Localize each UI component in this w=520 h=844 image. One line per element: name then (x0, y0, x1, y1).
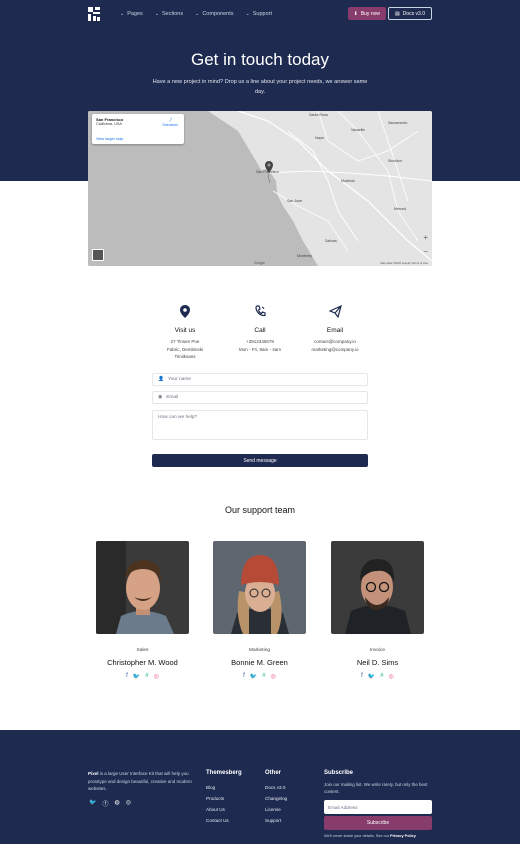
nav-components[interactable]: ⌄ Components (195, 11, 233, 17)
twitter-icon[interactable]: 🐦 (368, 673, 375, 680)
subscribe-text: Join our mailing list. We write rarely, … (324, 782, 428, 794)
map-label: Merced (394, 207, 406, 211)
contact-visit: Visit us 27 Tinsen Poe Fabric, Dembinski T… (150, 305, 220, 361)
view-larger-map-link[interactable]: View larger map (96, 137, 123, 141)
zoom-in-button[interactable]: + (423, 233, 428, 242)
logo-icon[interactable] (88, 7, 100, 21)
chevron-down-icon: ⌄ (195, 11, 200, 17)
contact-call: Call +3912345678 Mon - Fri, 8am - 4am (225, 305, 295, 353)
phone-icon (255, 305, 266, 317)
google-logo: Google (254, 261, 265, 265)
subscribe-title: Subscribe (324, 770, 354, 776)
map[interactable]: San Francisco California, USA ⤴ Direction… (88, 111, 432, 266)
slack-icon[interactable]: # (262, 673, 265, 680)
dribbble-icon[interactable]: ◎ (271, 673, 276, 680)
directions-link[interactable]: ⤴ Directions (162, 118, 178, 127)
map-label: Napa (315, 136, 324, 140)
footer-link[interactable]: About Us (206, 804, 242, 815)
navbar: ⌄ Pages ⌄ Sections ⌄ Components ⌄ Support ⬇ B… (88, 6, 432, 22)
map-label: Salinas (325, 239, 337, 243)
footer-link[interactable]: Docs v3.0 (265, 782, 287, 793)
footer-link[interactable]: Products (206, 793, 242, 804)
page-title: Get in touch today (191, 50, 329, 69)
footer-column-other: Other Docs v3.0 Changelog License Suppor… (265, 770, 287, 826)
footer-link[interactable]: Changelog (265, 793, 287, 804)
map-label: Vacaville (351, 128, 366, 132)
twitter-icon[interactable]: 🐦 (250, 673, 257, 680)
privacy-policy-link[interactable]: Privacy Policy (390, 834, 416, 838)
map-label: Stockton (388, 159, 402, 163)
subscribe-note: We'll never share your details. See our … (324, 834, 416, 838)
avatar (96, 541, 189, 634)
footer: Pixel is a large User Interface Kit that… (0, 730, 520, 844)
github-icon[interactable]: ◍ (115, 799, 120, 808)
email-field[interactable]: ◉ Email (152, 391, 368, 404)
at-icon: ◉ (158, 395, 163, 400)
page-subtitle: Have a new project in mind? Drop us a li… (152, 79, 368, 95)
chevron-down-icon: ⌄ (120, 11, 125, 17)
send-message-button[interactable]: Send message (152, 454, 368, 467)
docs-button[interactable]: ▤ Docs v3.0 (388, 7, 432, 20)
avatar (331, 541, 424, 634)
facebook-icon[interactable]: ⓕ (102, 799, 108, 808)
map-attribution: Map data ©2020 Google Terms of Use (380, 261, 428, 265)
nav-sections[interactable]: ⌄ Sections (155, 11, 183, 17)
slack-icon[interactable]: # (145, 673, 148, 680)
footer-link[interactable]: License (265, 804, 287, 815)
nav-support[interactable]: ⌄ Support (246, 11, 272, 17)
team-member: Invoice Neil D. Sims f 🐦 # ◎ (331, 541, 424, 680)
footer-link[interactable]: Contact Us (206, 815, 242, 826)
zoom-out-button[interactable]: − (423, 247, 428, 256)
download-icon: ⬇ (353, 10, 358, 17)
footer-link[interactable]: Support (265, 815, 287, 826)
footer-about: Pixel is a large User Interface Kit that… (88, 771, 192, 791)
team-member: Marketing Bonnie M. Green f 🐦 # ◎ (213, 541, 306, 680)
map-info-card: San Francisco California, USA ⤴ Direction… (92, 114, 184, 144)
team-member: Sales Christopher M. Wood f 🐦 # ◎ (96, 541, 189, 680)
footer-link[interactable]: Blog (206, 782, 242, 793)
twitter-icon[interactable]: 🐦 (133, 673, 140, 680)
map-label: Santa Rosa (309, 113, 328, 117)
dribbble-icon[interactable]: ◎ (126, 799, 131, 808)
dribbble-icon[interactable]: ◎ (154, 673, 159, 680)
book-icon: ▤ (395, 10, 400, 17)
slack-icon[interactable]: # (380, 673, 383, 680)
map-satellite-toggle[interactable] (92, 249, 104, 261)
avatar (213, 541, 306, 634)
facebook-icon[interactable]: f (126, 673, 128, 680)
chevron-down-icon: ⌄ (245, 11, 250, 17)
team-title: Our support team (224, 505, 296, 515)
map-marker-icon (180, 305, 190, 318)
subscribe-button[interactable]: Subscribe (324, 816, 432, 830)
buy-now-button[interactable]: ⬇ Buy now (347, 7, 386, 20)
user-icon: 👤 (158, 377, 164, 382)
map-pin-icon[interactable] (265, 161, 273, 173)
footer-column-themesberg: Themesberg Blog Products About Us Contac… (206, 770, 242, 826)
subscribe-email-input[interactable]: Email Address (324, 800, 432, 814)
map-label: San Jose (287, 199, 302, 203)
message-field[interactable]: How can we help? (152, 410, 368, 440)
map-label: Sacramento (388, 121, 408, 125)
twitter-icon[interactable]: 🐦 (89, 799, 96, 808)
name-field[interactable]: 👤 Your name (152, 373, 368, 386)
contact-email: Email contact@company.io marketing@compan… (300, 305, 370, 353)
facebook-icon[interactable]: f (243, 673, 245, 680)
map-label: Modesto (341, 179, 355, 183)
facebook-icon[interactable]: f (361, 673, 363, 680)
chevron-down-icon: ⌄ (154, 11, 160, 17)
dribbble-icon[interactable]: ◎ (389, 673, 394, 680)
paper-plane-icon (328, 305, 342, 318)
nav-pages[interactable]: ⌄ Pages (120, 11, 143, 17)
map-label: Monterey (297, 254, 312, 258)
